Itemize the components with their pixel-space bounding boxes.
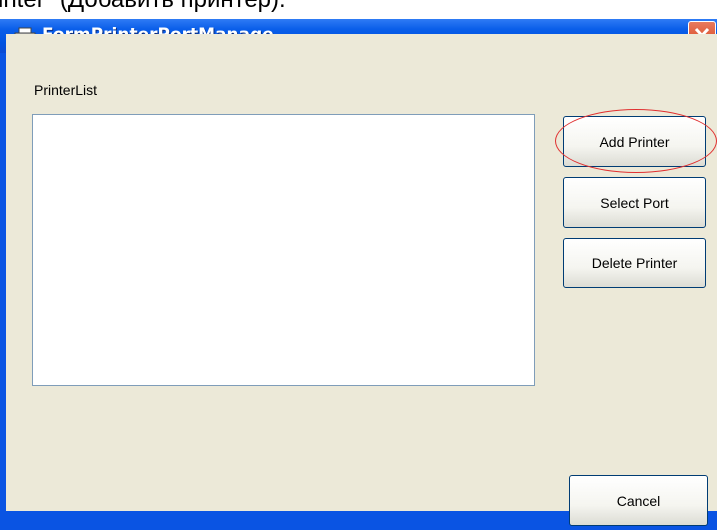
printer-list-box[interactable] bbox=[32, 114, 535, 386]
select-port-button[interactable]: Select Port bbox=[563, 177, 706, 228]
delete-printer-button[interactable]: Delete Printer bbox=[563, 238, 706, 288]
add-printer-button[interactable]: Add Printer bbox=[563, 116, 706, 167]
document-caption: inter" (Добавить принтер). bbox=[0, 0, 286, 14]
cancel-button[interactable]: Cancel bbox=[569, 475, 708, 526]
printer-list-label: PrinterList bbox=[34, 82, 98, 98]
